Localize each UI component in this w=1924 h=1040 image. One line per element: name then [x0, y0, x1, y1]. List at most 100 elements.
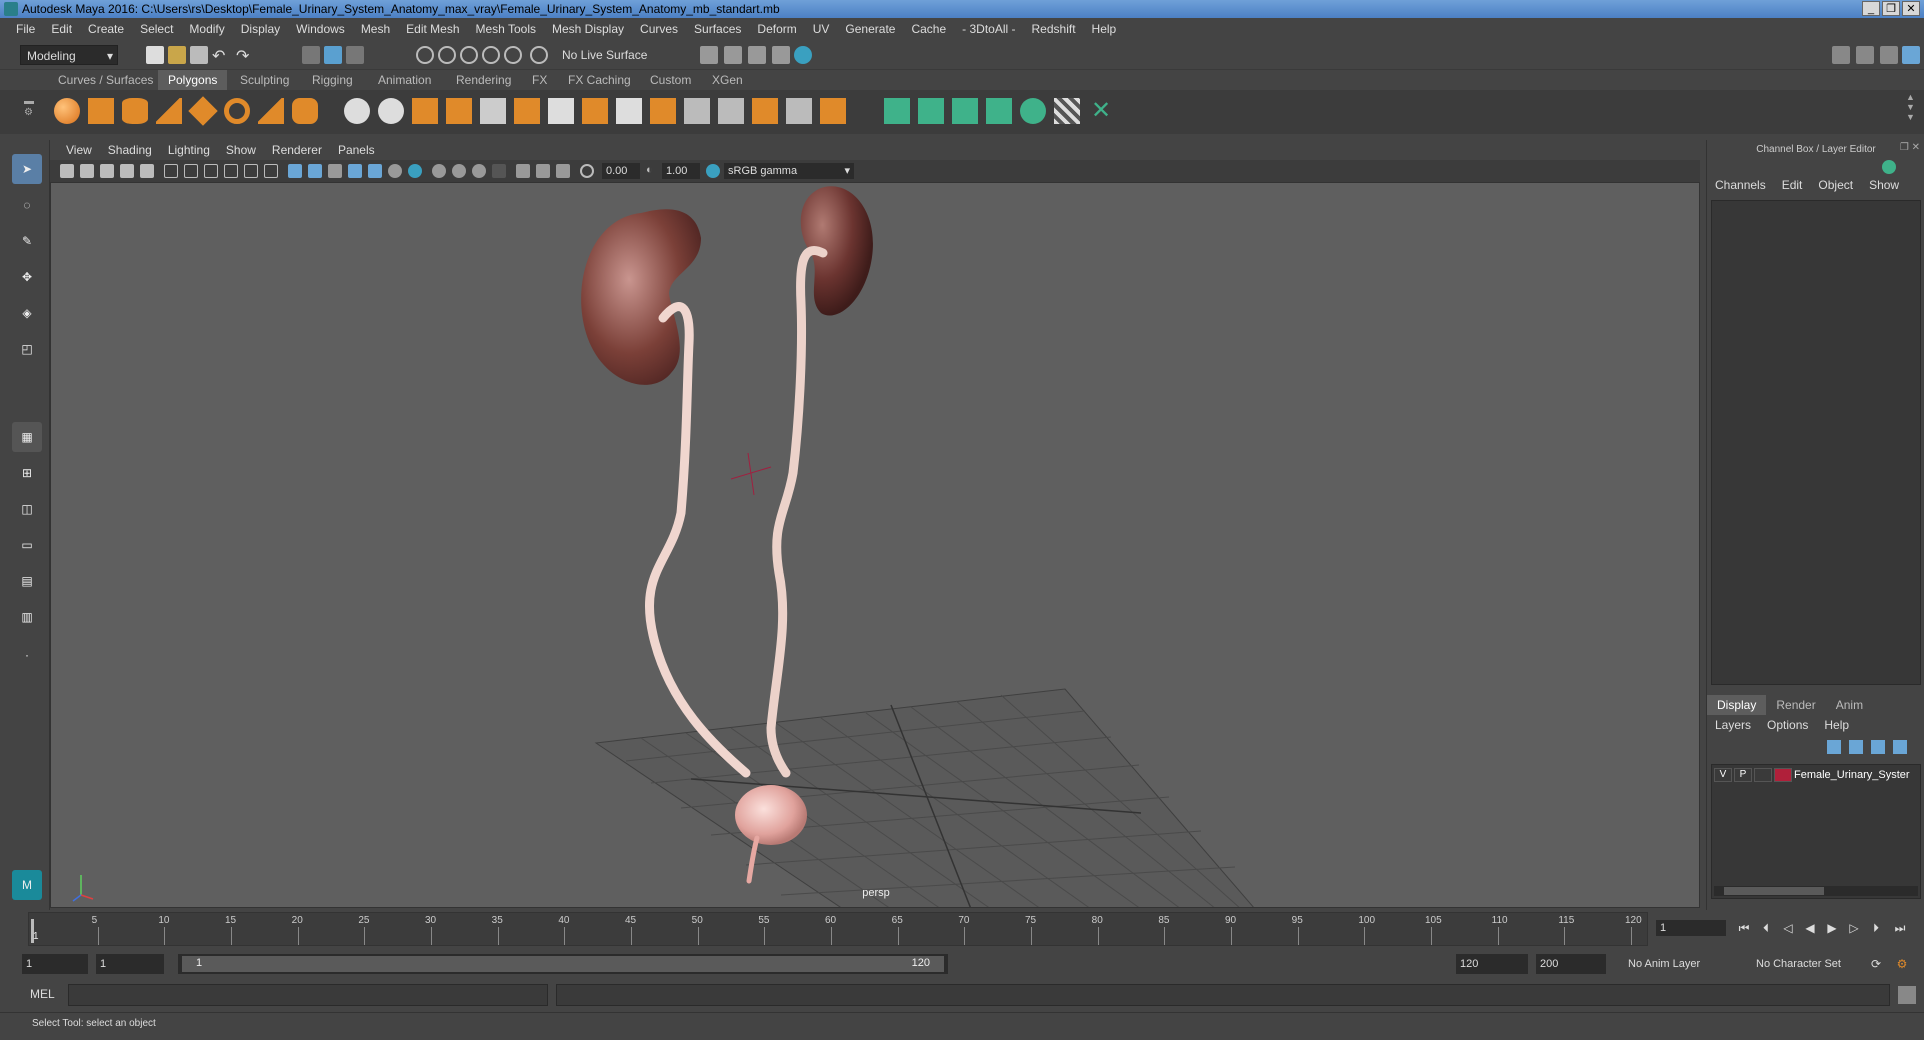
le-menu-options[interactable]: Options: [1759, 718, 1816, 732]
poly-cone-icon[interactable]: [156, 98, 182, 124]
shelf-tab-rigging[interactable]: Rigging: [302, 70, 363, 90]
checker-icon[interactable]: [1054, 98, 1080, 124]
poly-sphere-icon[interactable]: [54, 98, 80, 124]
live-surface-field[interactable]: No Live Surface: [556, 45, 656, 65]
ipr-render-icon[interactable]: [748, 46, 766, 64]
step-back-frame-icon[interactable]: ◁: [1780, 920, 1796, 936]
preferences-icon[interactable]: ⚙: [1894, 956, 1910, 972]
layer-type-toggle[interactable]: [1754, 768, 1772, 782]
menu-windows[interactable]: Windows: [288, 22, 353, 36]
shelf-tab-polygons[interactable]: Polygons: [158, 70, 228, 90]
isolate-select-icon[interactable]: [492, 164, 506, 178]
save-scene-icon[interactable]: [190, 46, 208, 64]
shelf-tab-animation[interactable]: Animation: [368, 70, 441, 90]
channel-box-toggle-icon[interactable]: [1902, 46, 1920, 64]
exposure-field[interactable]: 0.00: [602, 163, 640, 179]
collapse-icon[interactable]: [786, 98, 812, 124]
snap-curve-icon[interactable]: [438, 46, 456, 64]
field-chart-icon[interactable]: [244, 164, 258, 178]
cb-menu-show[interactable]: Show: [1861, 178, 1907, 196]
layout-graph-icon[interactable]: ▤: [12, 566, 42, 596]
snap-surface-icon[interactable]: [504, 46, 522, 64]
menu-redshift[interactable]: Redshift: [1024, 22, 1084, 36]
snap-grid-icon[interactable]: [416, 46, 434, 64]
mode-selector[interactable]: Modeling ▾: [20, 45, 118, 65]
viewport-menu-view[interactable]: View: [58, 143, 100, 157]
smooth-icon[interactable]: [446, 98, 472, 124]
play-forward-icon[interactable]: ▶: [1824, 920, 1840, 936]
poly-cylinder-icon[interactable]: [122, 98, 148, 124]
lasso-tool-icon[interactable]: ◌: [12, 190, 42, 220]
render-view-icon[interactable]: [700, 46, 718, 64]
close-button[interactable]: ✕: [1902, 1, 1920, 16]
layout-two-icon[interactable]: ◫: [12, 494, 42, 524]
layer-tab-display[interactable]: Display: [1707, 695, 1767, 715]
le-menu-help[interactable]: Help: [1816, 718, 1857, 732]
merge-icon[interactable]: [752, 98, 778, 124]
gamma-field[interactable]: 1.00: [662, 163, 700, 179]
go-to-start-icon[interactable]: ⏮: [1736, 920, 1752, 936]
cb-menu-edit[interactable]: Edit: [1774, 178, 1811, 196]
wireframe-icon[interactable]: [288, 164, 302, 178]
snap-point-icon[interactable]: [460, 46, 478, 64]
viewport-menu-panels[interactable]: Panels: [330, 143, 383, 157]
append-icon[interactable]: [616, 98, 642, 124]
shelf-menu-icon[interactable]: ▬ ⚙: [24, 96, 38, 126]
poly-pipe-icon[interactable]: [292, 98, 318, 124]
shelf-tab-fx[interactable]: FX: [522, 70, 557, 90]
separate-icon[interactable]: [378, 98, 404, 124]
color-space-select[interactable]: sRGB gamma ▾: [724, 163, 854, 179]
select-component-icon[interactable]: [346, 46, 364, 64]
wireframe-on-shaded-icon[interactable]: [328, 164, 342, 178]
anti-alias-icon[interactable]: [452, 164, 466, 178]
move-layer-up-icon[interactable]: [1827, 740, 1841, 754]
safe-action-icon[interactable]: [264, 164, 278, 178]
resolution-gate-icon[interactable]: [204, 164, 218, 178]
layer-playback-toggle[interactable]: P: [1734, 768, 1752, 782]
menu-curves[interactable]: Curves: [632, 22, 686, 36]
menu-mesh-tools[interactable]: Mesh Tools: [468, 22, 544, 36]
menu-file[interactable]: File: [8, 22, 43, 36]
menu-select[interactable]: Select: [132, 22, 181, 36]
boolean-icon[interactable]: [480, 98, 506, 124]
viewport-menu-lighting[interactable]: Lighting: [160, 143, 218, 157]
minimize-button[interactable]: _: [1862, 1, 1880, 16]
range-bar[interactable]: 1 120: [178, 954, 948, 974]
le-menu-layers[interactable]: Layers: [1707, 718, 1759, 732]
time-slider[interactable]: 1 5 10 15 20 25 30 35 40 45 50 55 60 65 70 75 80 85 90 95 1…: [0, 910, 1924, 950]
select-tool-icon[interactable]: ➤: [12, 154, 42, 184]
layout-four-icon[interactable]: ⊞: [12, 458, 42, 488]
motion-blur-icon[interactable]: [432, 164, 446, 178]
playback-start-field[interactable]: 1: [96, 954, 164, 974]
shelf-tab-curves-surfaces[interactable]: Curves / Surfaces: [48, 70, 163, 90]
menu-surfaces[interactable]: Surfaces: [686, 22, 749, 36]
layer-color-swatch[interactable]: [1774, 768, 1792, 782]
uv-editor-icon[interactable]: ✕: [1088, 98, 1114, 124]
shelf-scroll-icon[interactable]: ▲ ▼ ▼: [1906, 92, 1918, 122]
redo-icon[interactable]: ↷: [236, 46, 254, 65]
menu-mesh-display[interactable]: Mesh Display: [544, 22, 632, 36]
character-set-select[interactable]: No Character Set: [1752, 954, 1868, 974]
new-layer-selected-icon[interactable]: [1893, 740, 1907, 754]
layer-name[interactable]: Female_Urinary_Syster: [1794, 769, 1910, 781]
menu-cache[interactable]: Cache: [903, 22, 954, 36]
image-plane-icon[interactable]: [120, 164, 134, 178]
scale-tool-icon[interactable]: ◰: [12, 334, 42, 364]
layout-persp-outliner-icon[interactable]: ▭: [12, 530, 42, 560]
new-scene-icon[interactable]: [146, 46, 164, 64]
uv-spherical-icon[interactable]: [952, 98, 978, 124]
shelf-tab-xgen[interactable]: XGen: [702, 70, 753, 90]
use-lights-icon[interactable]: [368, 164, 382, 178]
render-current-icon[interactable]: [724, 46, 742, 64]
open-scene-icon[interactable]: [168, 46, 186, 64]
script-editor-icon[interactable]: [1898, 986, 1916, 1004]
gate-mask-icon[interactable]: [224, 164, 238, 178]
menu-3dtoall[interactable]: - 3DtoAll -: [954, 22, 1023, 36]
snap-view-icon[interactable]: [482, 46, 500, 64]
poly-torus-icon[interactable]: [224, 98, 250, 124]
bookmark-icon[interactable]: [100, 164, 114, 178]
layer-tab-anim[interactable]: Anim: [1826, 695, 1873, 715]
select-hierarchy-icon[interactable]: [302, 46, 320, 64]
xray-components-icon[interactable]: [556, 164, 570, 178]
snap-live-icon[interactable]: [530, 46, 548, 64]
